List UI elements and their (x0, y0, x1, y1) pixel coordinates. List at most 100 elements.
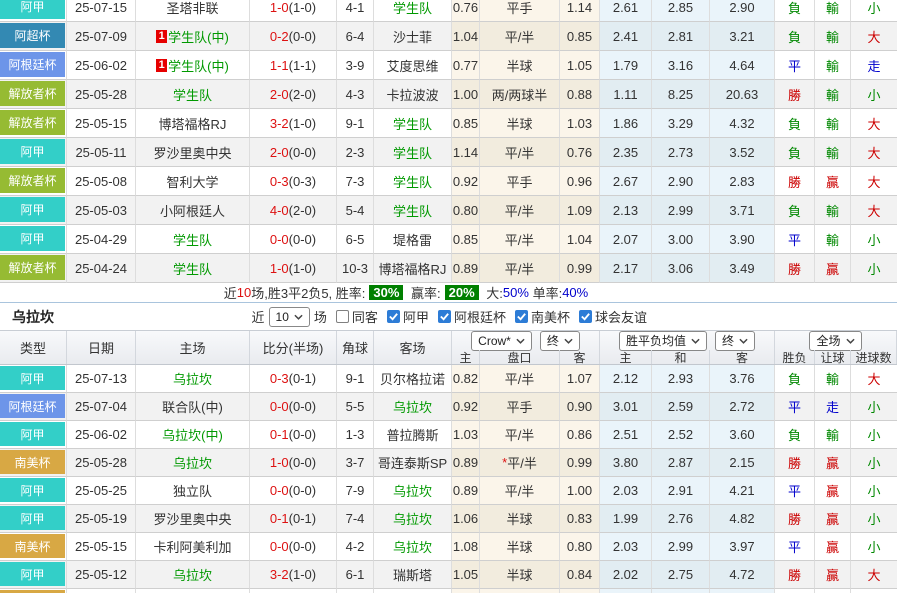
same-venue-checkbox[interactable] (336, 310, 349, 323)
avg-away-odds: 4.32 (710, 109, 775, 138)
crow-handicap: 平/半 (480, 365, 560, 393)
away-team: 学生队 (374, 138, 452, 167)
check-icon (516, 311, 527, 322)
avg-home-odds: 2.03 (600, 477, 652, 505)
result-outcome: 勝 (775, 254, 815, 283)
crow-away-odds-value: 0.83 (567, 511, 592, 526)
halftime-score: (1-0) (289, 0, 316, 15)
avg-draw-odds: 3.16 (652, 51, 710, 80)
league-filter-checkbox[interactable] (515, 310, 528, 323)
home-team-label: 学生队 (173, 85, 212, 104)
crow-home-odds-value: 1.00 (453, 87, 478, 102)
match-score: 0-0(0-0) (250, 477, 337, 505)
crow-home-odds-value: 0.89 (453, 261, 478, 276)
corner-score: 9-1 (337, 365, 374, 393)
avg-away-odds (710, 589, 775, 593)
result-outcome: 平 (775, 533, 815, 561)
period-select[interactable]: 全场 (809, 331, 861, 351)
handicap-outcome: 輸 (815, 196, 851, 225)
chevron-down-icon (739, 338, 748, 344)
odds-time-select[interactable]: 终 (540, 331, 580, 351)
corner-score: 6-4 (337, 22, 374, 51)
match-score: 0-3(0-3) (250, 167, 337, 196)
league-filter-checkbox[interactable] (579, 310, 592, 323)
fulltime-score: 1-0 (270, 455, 289, 470)
goals-outcome: 小 (851, 393, 897, 421)
home-team-label: 罗沙里奥中央 (153, 509, 231, 528)
goals-outcome: 小 (851, 80, 897, 109)
away-team: 艾度思维 (374, 51, 452, 80)
avg-away-odds: 3.49 (710, 254, 775, 283)
halftime-score: (0-3) (289, 174, 316, 189)
halftime-score: (2-0) (289, 203, 316, 218)
avg-home-odds: 1.79 (600, 51, 652, 80)
league-cell: 阿甲 (0, 505, 67, 533)
avg-home-odds: 3.01 (600, 393, 652, 421)
avg-draw-odds: 3.06 (652, 254, 710, 283)
match-date (67, 589, 136, 593)
away-team-label: 普拉腾斯 (386, 425, 438, 444)
crow-home-odds-value: 1.03 (453, 427, 478, 442)
avg-home-odds: 1.86 (600, 109, 652, 138)
result-outcome: 平 (775, 225, 815, 254)
goals-outcome: 大 (851, 109, 897, 138)
crow-handicap-value: 平/半 (505, 425, 535, 444)
home-team-label: 博塔福格RJ (159, 114, 227, 133)
matches-count-select[interactable]: 10 (269, 307, 310, 327)
away-team: 堤格雷 (374, 225, 452, 254)
crow-home-odds-value: 0.85 (453, 116, 478, 131)
table-row: 阿甲25-06-02乌拉坎(中)0-1(0-0)1-3普拉腾斯1.03平/半0.… (0, 421, 897, 449)
column-header: 比分(半场) (250, 331, 337, 364)
goals-outcome: 小 (851, 225, 897, 254)
away-team: 普拉腾斯 (374, 421, 452, 449)
league-filter-checkbox[interactable] (438, 310, 451, 323)
crow-handicap: 半球 (480, 533, 560, 561)
avg-home-odds: 3.80 (600, 449, 652, 477)
match-score: 1-0(1-0) (250, 0, 337, 22)
fulltime-score: 0-3 (270, 174, 289, 189)
crow-home-odds-value: 0.77 (453, 58, 478, 73)
avg-away-odds: 4.82 (710, 505, 775, 533)
halftime-score: (1-0) (289, 567, 316, 582)
league-badge: 阿甲 (0, 422, 65, 446)
avg-home-odds (600, 589, 652, 593)
crow-handicap: 平/半 (480, 196, 560, 225)
odds-history-page: 阿甲25-07-15圣塔非联1-0(1-0)4-1学生队0.76平手1.142.… (0, 0, 897, 593)
corner-score: 10-3 (337, 254, 374, 283)
bookmaker-select[interactable]: Crow* (471, 331, 532, 351)
table-row: 阿甲25-04-29学生队0-0(0-0)6-5堤格雷0.85平/半1.042.… (0, 225, 897, 254)
chevron-down-icon (516, 338, 525, 344)
avg-time-select[interactable]: 终 (715, 331, 755, 351)
league-filter-checkbox[interactable] (387, 310, 400, 323)
halftime-score: (0-0) (289, 427, 316, 442)
avg-home-odds: 1.99 (600, 505, 652, 533)
away-team: 乌拉坎 (374, 505, 452, 533)
match-date: 25-05-28 (67, 449, 136, 477)
red-card-badge: 1 (156, 30, 167, 43)
away-team: 博塔福格RJ (374, 254, 452, 283)
home-team-label: 乌拉坎(中) (162, 425, 223, 444)
column-subheader: 进球数 (851, 350, 897, 364)
home-team: 博塔福格RJ (136, 109, 250, 138)
crow-away-odds-value: 1.03 (567, 116, 592, 131)
home-team: 罗沙里奥中央 (136, 505, 250, 533)
avg-draw-odds: 2.91 (652, 477, 710, 505)
odds-view-select[interactable]: 胜平负均值 (619, 331, 707, 351)
match-score: 2-0(0-0) (250, 138, 337, 167)
match-date: 25-05-11 (67, 138, 136, 167)
corner-score: 4-3 (337, 80, 374, 109)
avg-home-odds: 2.61 (600, 0, 652, 22)
result-outcome: 勝 (775, 561, 815, 589)
table-row: 阿甲25-05-12乌拉坎3-2(1-0)6-1瑞斯塔1.05半球0.842.0… (0, 561, 897, 589)
crow-away-odds: 1.07 (560, 365, 600, 393)
avg-away-odds: 3.60 (710, 421, 775, 449)
crow-away-odds (560, 589, 600, 593)
crow-home-odds: 0.76 (452, 0, 480, 22)
match-score (250, 589, 337, 593)
fulltime-score: 0-0 (270, 539, 289, 554)
fulltime-score: 0-0 (270, 399, 289, 414)
handicap-outcome: 贏 (815, 533, 851, 561)
odds-rate-label: 赢率: (407, 283, 440, 302)
avg-draw-odds: 2.81 (652, 22, 710, 51)
handicap-outcome: 贏 (815, 254, 851, 283)
